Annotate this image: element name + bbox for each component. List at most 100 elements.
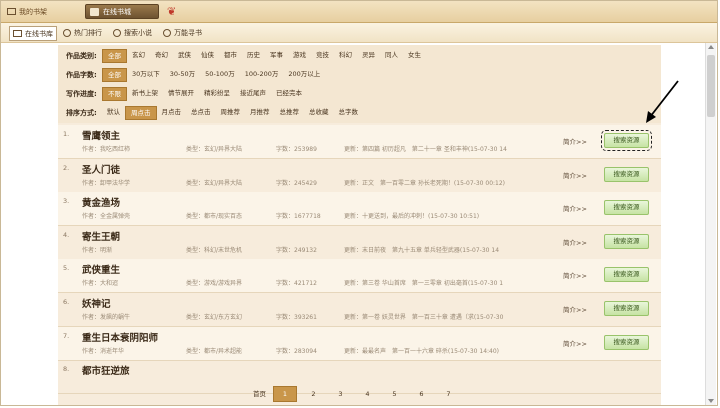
pager-page[interactable]: 1 bbox=[273, 386, 297, 402]
book-type: 类型：都市/异术超能 bbox=[186, 347, 243, 355]
progress-option[interactable]: 已经完本 bbox=[271, 87, 307, 99]
sort-option[interactable]: 总点击 bbox=[186, 106, 216, 118]
book-row: 6. 妖神记 作者：发飙的蜗牛 类型：玄幻/东方玄幻 字数：393261 更新：第一卷 妖… bbox=[58, 293, 661, 327]
wordcount-option[interactable]: 全部 bbox=[102, 68, 127, 82]
book-intro-link[interactable]: 简介>> bbox=[563, 304, 587, 314]
pager-page[interactable]: 5 bbox=[381, 387, 408, 401]
category-option[interactable]: 全部 bbox=[102, 49, 127, 63]
category-option[interactable]: 军事 bbox=[265, 49, 288, 61]
pager-page[interactable]: 2 bbox=[300, 387, 327, 401]
scrollbar[interactable] bbox=[705, 43, 716, 405]
sort-option[interactable]: 周点击 bbox=[125, 106, 157, 120]
category-option[interactable]: 玄幻 bbox=[127, 49, 150, 61]
book-row: 7. 重生日本衰阴阳师 作者：消逝年华 类型：都市/异术超能 字数：283094 更新：最… bbox=[58, 326, 661, 361]
book-words: 字数：253989 bbox=[276, 146, 317, 153]
search-resource-button[interactable]: 搜索资源 bbox=[601, 130, 652, 151]
book-type: 类型：玄幻/异界大陆 bbox=[186, 179, 243, 187]
book-intro-link[interactable]: 简介>> bbox=[563, 338, 587, 348]
book-intro-link[interactable]: 简介>> bbox=[563, 136, 587, 146]
book-words: 字数：421712 bbox=[276, 280, 317, 288]
pager-page[interactable]: 4 bbox=[354, 387, 381, 401]
category-option[interactable]: 历史 bbox=[242, 49, 265, 61]
pager-page[interactable]: 3 bbox=[327, 387, 354, 401]
wordcount-option[interactable]: 50-100万 bbox=[200, 68, 240, 80]
category-option[interactable]: 武侠 bbox=[173, 49, 196, 61]
search-resource-button[interactable]: 搜索资源 bbox=[604, 166, 649, 182]
book-title[interactable]: 圣人门徒 bbox=[82, 162, 120, 176]
wordcount-option[interactable]: 100-200万 bbox=[240, 68, 284, 80]
category-option[interactable]: 都市 bbox=[219, 49, 242, 61]
scroll-up-icon[interactable] bbox=[708, 45, 714, 49]
book-update[interactable]: 更新：末日前夜 第九十五章 单兵轻型武器(15-07-30 14 bbox=[344, 245, 499, 254]
content-panel: 作品类别: 全部 玄幻 奇幻 武侠 仙侠 都市 历史 军事 游戏 竞技 科幻 灵异 同人 女生 作品字数:… bbox=[58, 45, 661, 405]
sort-option[interactable]: 月点击 bbox=[157, 106, 187, 118]
wordcount-option[interactable]: 200万以上 bbox=[283, 68, 325, 80]
sort-option[interactable]: 默认 bbox=[102, 106, 125, 118]
category-option[interactable]: 灵异 bbox=[357, 49, 380, 61]
search-resource-button[interactable]: 搜索资源 bbox=[604, 334, 649, 350]
progress-option[interactable]: 情节展开 bbox=[163, 87, 199, 99]
progress-option[interactable]: 不限 bbox=[102, 87, 127, 101]
category-option[interactable]: 仙侠 bbox=[196, 49, 219, 61]
book-update[interactable]: 更新：正文 第一百零二章 孙长老死期！(15-07-30 00:12) bbox=[344, 178, 505, 187]
nav-online-library[interactable]: 在线书库 bbox=[9, 26, 57, 41]
filter-progress: 写作进度: 不限 新书上架 情节展开 精彩纷呈 接近尾声 已经完本 bbox=[66, 87, 307, 101]
progress-option[interactable]: 精彩纷呈 bbox=[199, 87, 235, 99]
tab-online-store[interactable]: 在线书城 bbox=[85, 4, 159, 19]
category-option[interactable]: 竞技 bbox=[311, 49, 334, 61]
book-intro-link[interactable]: 简介>> bbox=[563, 170, 587, 180]
sort-option[interactable]: 总推荐 bbox=[275, 106, 305, 118]
search-resource-button[interactable]: 搜索资源 bbox=[604, 233, 649, 249]
category-option[interactable]: 女生 bbox=[403, 49, 426, 61]
book-title[interactable]: 妖神记 bbox=[82, 296, 111, 310]
scroll-down-icon[interactable] bbox=[708, 399, 714, 403]
nav-universal-search[interactable]: 万能寻书 bbox=[163, 26, 202, 39]
book-update[interactable]: 更新：第一卷 妖灵世界 第一百三十章 遭遇（求(15-07-30 bbox=[344, 312, 503, 321]
book-update[interactable]: 更新：第三卷 华山首席 第一三零章 初出毫首(15-07-30 1 bbox=[344, 278, 503, 287]
book-intro-link[interactable]: 简介>> bbox=[563, 270, 587, 280]
leaf-icon[interactable]: ❦ bbox=[167, 5, 176, 18]
nav-search-novel[interactable]: 搜索小说 bbox=[113, 26, 152, 39]
sort-option[interactable]: 总字数 bbox=[334, 106, 364, 118]
book-intro-link[interactable]: 简介>> bbox=[563, 237, 587, 247]
book-intro-link[interactable]: 简介>> bbox=[563, 203, 587, 213]
book-title[interactable]: 都市狂逆旅 bbox=[82, 363, 130, 377]
pager-page[interactable]: 6 bbox=[408, 387, 435, 401]
book-author: 作者：消逝年华 bbox=[82, 347, 125, 355]
nav-hot-ranking[interactable]: 热门排行 bbox=[63, 26, 102, 39]
book-title[interactable]: 武侠重生 bbox=[82, 262, 120, 276]
book-author: 作者：发飙的蜗牛 bbox=[82, 314, 131, 321]
wordcount-option[interactable]: 30-50万 bbox=[165, 68, 200, 80]
pager-page[interactable]: 7 bbox=[435, 387, 462, 401]
progress-option[interactable]: 新书上架 bbox=[127, 87, 163, 99]
book-update[interactable]: 更新：最最名声 第一百一十六章 碎杀(15-07-30 14:40) bbox=[344, 346, 499, 355]
search-resource-button[interactable]: 搜索资源 bbox=[604, 200, 649, 216]
book-title[interactable]: 雪鹰领主 bbox=[82, 128, 120, 142]
category-option[interactable]: 奇幻 bbox=[150, 49, 173, 61]
pager-first[interactable]: 首页 bbox=[246, 387, 273, 401]
sort-option[interactable]: 月推荐 bbox=[245, 106, 275, 118]
nav-bar: 在线书库 热门排行 搜索小说 万能寻书 bbox=[1, 23, 717, 43]
category-option[interactable]: 科幻 bbox=[334, 49, 357, 61]
tab-my-shelf[interactable]: 我的书架 bbox=[7, 5, 47, 18]
search-resource-button[interactable]: 搜索资源 bbox=[604, 301, 649, 316]
book-title[interactable]: 重生日本衰阴阳师 bbox=[82, 330, 158, 344]
category-option[interactable]: 游戏 bbox=[288, 49, 311, 61]
scroll-thumb[interactable] bbox=[707, 55, 715, 117]
search-resource-button[interactable]: 搜索资源 bbox=[604, 267, 649, 283]
wordcount-option[interactable]: 30万以下 bbox=[127, 68, 165, 80]
book-update[interactable]: 更新：第四篇 初历超凡 第二十一章 圣和丰神(15-07-30 14 bbox=[344, 144, 507, 153]
book-title[interactable]: 寄生王朝 bbox=[82, 229, 120, 243]
nav-label: 热门排行 bbox=[74, 28, 102, 37]
progress-option[interactable]: 接近尾声 bbox=[235, 87, 271, 99]
book-type: 类型：都市/现实百态 bbox=[186, 213, 243, 221]
tab-my-shelf-label: 我的书架 bbox=[19, 7, 47, 16]
category-option[interactable]: 同人 bbox=[380, 49, 403, 61]
book-update[interactable]: 更新：十更送到，最后的冲刺！(15-07-30 10:51) bbox=[344, 211, 479, 220]
sort-option[interactable]: 周推荐 bbox=[216, 106, 246, 118]
book-number: 3. bbox=[63, 197, 70, 206]
app-window: 我的书架 在线书城 ❦ 在线书库 热门排行 搜索小说 万能寻书 作品类别: 全部… bbox=[0, 0, 718, 406]
sort-option[interactable]: 总收藏 bbox=[304, 106, 334, 118]
book-row: 4. 寄生王朝 作者：明渐 类型：科幻/末世危机 字数：249132 更新：末日前夜 第九… bbox=[58, 226, 661, 260]
book-title[interactable]: 黄金渔场 bbox=[82, 195, 120, 209]
